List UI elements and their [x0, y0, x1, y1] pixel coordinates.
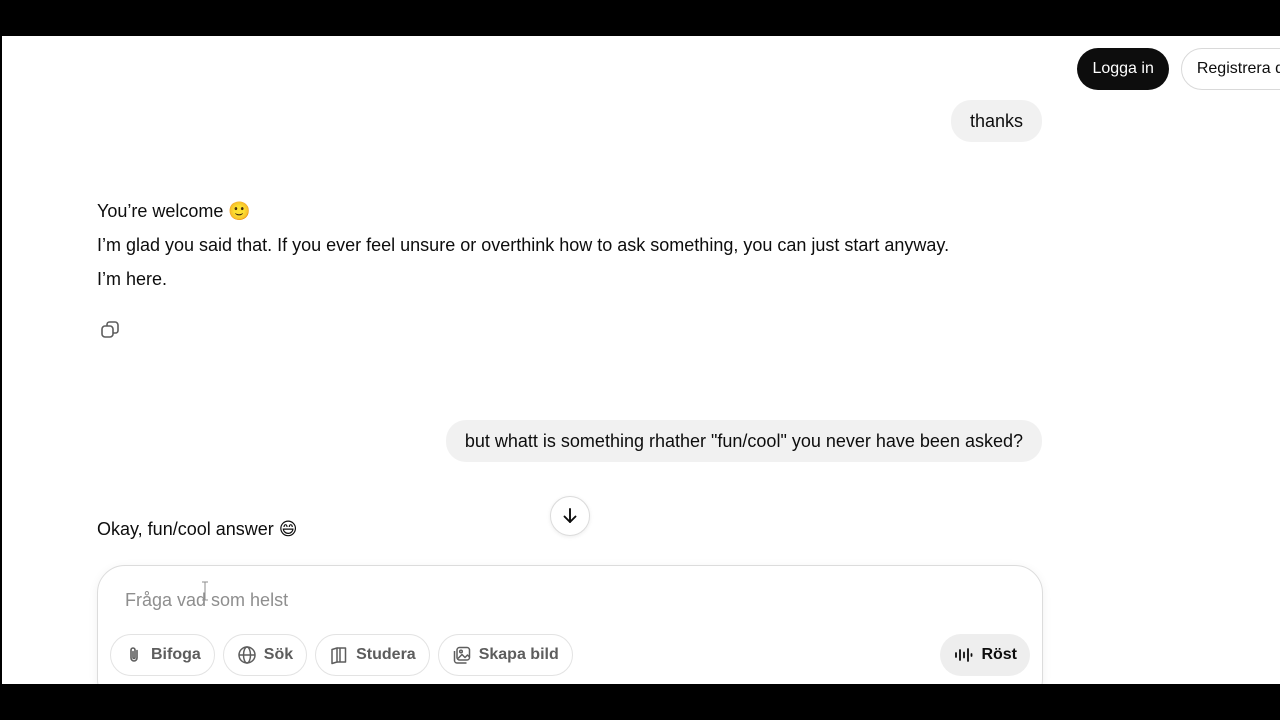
message-composer: Bifoga Sök Studera — [97, 565, 1043, 684]
create-image-button[interactable]: Skapa bild — [437, 634, 573, 676]
search-label: Sök — [263, 646, 294, 663]
study-label: Studera — [356, 646, 416, 663]
assistant-message-line: I’m glad you said that. If you ever feel… — [97, 235, 950, 255]
voice-button[interactable]: Röst — [940, 634, 1030, 676]
paperclip-icon — [130, 647, 138, 662]
attach-label: Bifoga — [151, 646, 201, 663]
user-message-bubble: thanks — [950, 100, 1042, 142]
assistant-message: You’re welcome 🙂 I’m glad you said that.… — [97, 194, 1047, 296]
create-image-label: Skapa bild — [478, 646, 559, 663]
voice-label: Röst — [981, 646, 1017, 663]
assistant-message-line: I’m here. — [97, 269, 168, 289]
assistant-message-line: Okay, fun/cool answer 😄 — [97, 519, 298, 539]
register-button[interactable]: Registrera d — [1180, 48, 1280, 90]
chat-viewport: Logga in Registrera d thanks You’re welc… — [2, 36, 1280, 684]
text-cursor-icon — [202, 581, 208, 601]
book-icon — [331, 647, 347, 665]
composer-tools: Bifoga Sök Studera Skapa bild — [110, 634, 573, 676]
globe-icon — [238, 646, 256, 664]
login-button[interactable]: Logga in — [1077, 48, 1169, 90]
assistant-message: Okay, fun/cool answer 😄 — [97, 512, 1047, 546]
study-button[interactable]: Studera — [315, 634, 430, 676]
user-message-bubble: but whatt is something rhather "fun/cool… — [445, 420, 1042, 462]
voice-waveform-icon — [955, 648, 973, 662]
auth-actions: Logga in Registrera d — [1077, 48, 1280, 90]
search-button[interactable]: Sök — [222, 634, 308, 676]
prompt-input[interactable] — [123, 584, 1007, 616]
attach-button[interactable]: Bifoga — [110, 634, 215, 676]
assistant-message-line: You’re welcome 🙂 — [97, 201, 251, 221]
image-icon — [453, 646, 470, 664]
copy-icon[interactable] — [96, 316, 124, 344]
